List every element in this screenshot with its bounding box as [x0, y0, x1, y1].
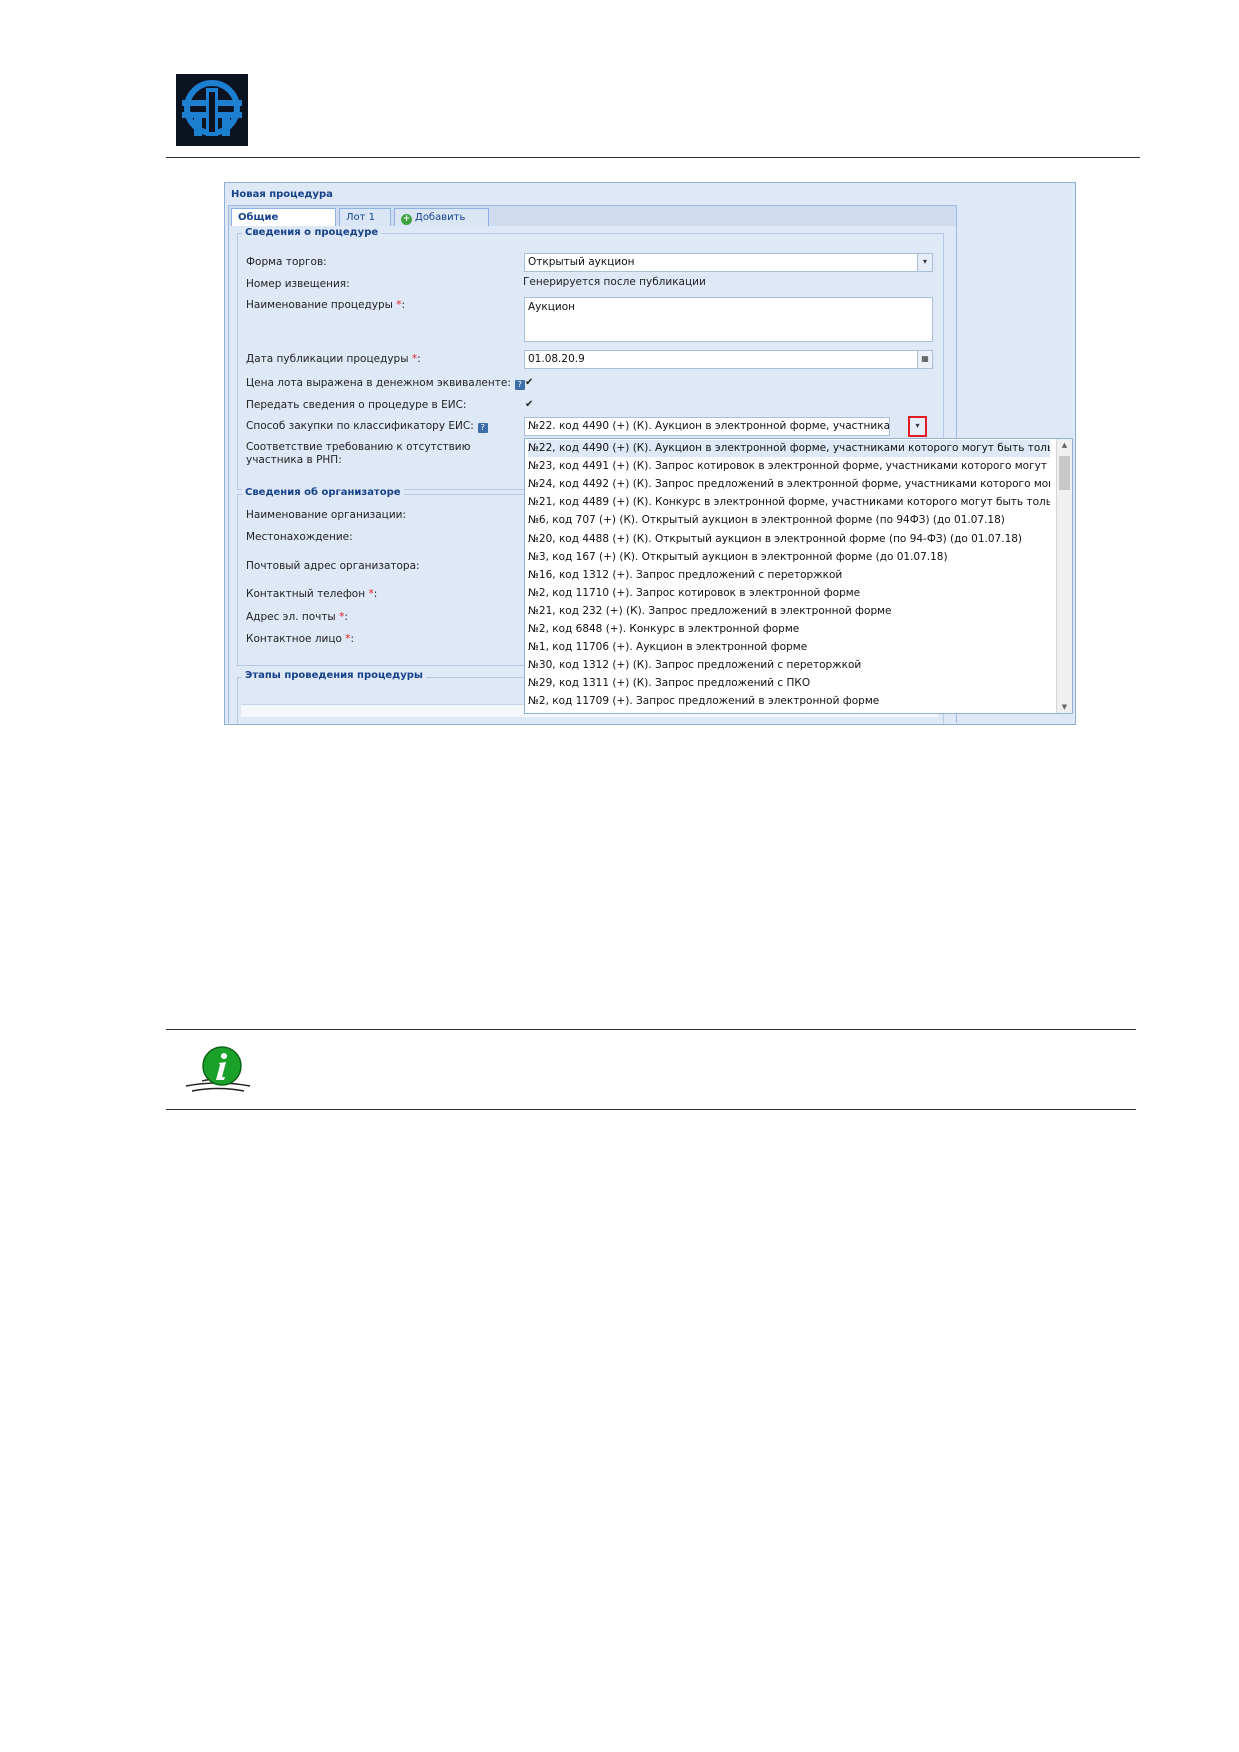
method-value: №22. код 4490 (+) (К). Аукцион в электро…: [528, 420, 890, 432]
add-icon: +: [401, 214, 412, 225]
dropdown-option[interactable]: №6, код 707 (+) (К). Открытый аукцион в …: [528, 512, 1050, 529]
note-top-rule: [166, 1029, 1136, 1030]
price-equivalent-label: Цена лота выражена в денежном эквивалент…: [246, 377, 525, 390]
info-icon: [185, 1046, 251, 1092]
procedure-legend: Сведения о процедуре: [242, 227, 382, 238]
dropdown-option[interactable]: №24, код 4492 (+) (К). Запрос предложени…: [528, 476, 1050, 493]
scroll-up-icon[interactable]: ▲: [1057, 441, 1072, 449]
procedure-name-value: Аукцион: [528, 301, 575, 313]
location-label: Местонахождение:: [246, 531, 353, 543]
tab-general[interactable]: Общие сведения: [231, 208, 336, 241]
header-rule: [166, 157, 1140, 158]
phone-label: Контактный телефон *:: [246, 588, 378, 600]
dropdown-option[interactable]: №30, код 1312 (+) (К). Запрос предложени…: [528, 657, 1050, 674]
dropdown-option[interactable]: №22, код 4490 (+) (К). Аукцион в электро…: [528, 440, 1050, 457]
tab-bar: Общие сведения Лот 1☒ +Добавить лот: [228, 205, 957, 241]
company-logo: [176, 74, 248, 146]
dropdown-option[interactable]: №2, код 11710 (+). Запрос котировок в эл…: [528, 585, 1050, 602]
pub-date-value: 01.08.20.9: [528, 353, 585, 365]
method-label: Способ закупки по классификатору ЕИС:?: [246, 420, 488, 433]
method-dropdown-trigger[interactable]: ▾: [908, 416, 927, 437]
dropdown-scrollbar[interactable]: ▲ ▼: [1056, 439, 1072, 713]
dropdown-option[interactable]: №2, код 11709 (+). Запрос предложений в …: [528, 693, 1050, 710]
window-title: Новая процедура: [231, 189, 333, 200]
dropdown-option[interactable]: №23, код 4491 (+) (К). Запрос котировок …: [528, 458, 1050, 475]
procedure-name-input[interactable]: Аукцион: [524, 297, 933, 342]
notice-number-value: Генерируется после публикации: [523, 276, 706, 288]
org-name-label: Наименование организации:: [246, 509, 407, 521]
transfer-eis-label: Передать сведения о процедуре в ЕИС:: [246, 399, 467, 411]
tab-lot1-label: Лот 1: [346, 212, 376, 223]
dropdown-option[interactable]: №29, код 1311 (+) (К). Запрос предложени…: [528, 675, 1050, 692]
help-icon[interactable]: ?: [514, 380, 525, 390]
dropdown-option[interactable]: №2, код 6848 (+). Конкурс в электронной …: [528, 621, 1050, 638]
auction-form-label: Форма торгов:: [246, 256, 327, 268]
auction-form-value: Открытый аукцион: [528, 256, 635, 268]
chevron-down-icon: ▾: [915, 421, 920, 430]
price-equivalent-checkbox[interactable]: ✔: [525, 378, 535, 388]
stages-legend: Этапы проведения процедуры: [242, 670, 426, 681]
dropdown-option[interactable]: №16, код 1312 (+). Запрос предложений с …: [528, 567, 1050, 584]
postal-address-label: Почтовый адрес организатора:: [246, 560, 420, 572]
dropdown-option[interactable]: №21, код 4489 (+) (К). Конкурс в электро…: [528, 494, 1050, 511]
calendar-icon[interactable]: ▦: [917, 351, 932, 368]
tab-lot1[interactable]: Лот 1☒: [339, 208, 391, 240]
pub-date-input[interactable]: 01.08.20.9 ▦: [524, 350, 933, 369]
chevron-down-icon[interactable]: ▾: [917, 254, 932, 271]
scroll-down-icon[interactable]: ▼: [1057, 703, 1072, 711]
procedure-name-label: Наименование процедуры *:: [246, 299, 406, 311]
dropdown-option[interactable]: №20, код 4488 (+) (К). Открытый аукцион …: [528, 531, 1050, 548]
dropdown-option[interactable]: №3, код 167 (+) (К). Открытый аукцион в …: [528, 549, 1050, 566]
dropdown-option[interactable]: №21, код 232 (+) (К). Запрос предложений…: [528, 603, 1050, 620]
pub-date-label: Дата публикации процедуры *:: [246, 353, 421, 365]
rnp-label: Соответствие требованию к отсутствию уча…: [246, 441, 471, 466]
method-dropdown-list: №22, код 4490 (+) (К). Аукцион в электро…: [524, 438, 1073, 714]
help-icon[interactable]: ?: [477, 423, 488, 433]
auction-form-select[interactable]: Открытый аукцион ▾: [524, 253, 933, 272]
dropdown-option[interactable]: №1, код 11706 (+). Аукцион в электронной…: [528, 639, 1050, 656]
add-lot-button[interactable]: +Добавить лот: [394, 208, 489, 241]
scroll-thumb[interactable]: [1059, 456, 1070, 490]
notice-number-label: Номер извещения:: [246, 278, 350, 290]
transfer-eis-checkbox[interactable]: ✔: [525, 400, 535, 410]
organizer-legend: Сведения об организаторе: [242, 487, 404, 498]
note-bottom-rule: [166, 1109, 1136, 1110]
method-select[interactable]: №22. код 4490 (+) (К). Аукцион в электро…: [524, 417, 890, 436]
contact-person-label: Контактное лицо *:: [246, 633, 355, 645]
email-label: Адрес эл. почты *:: [246, 611, 348, 623]
